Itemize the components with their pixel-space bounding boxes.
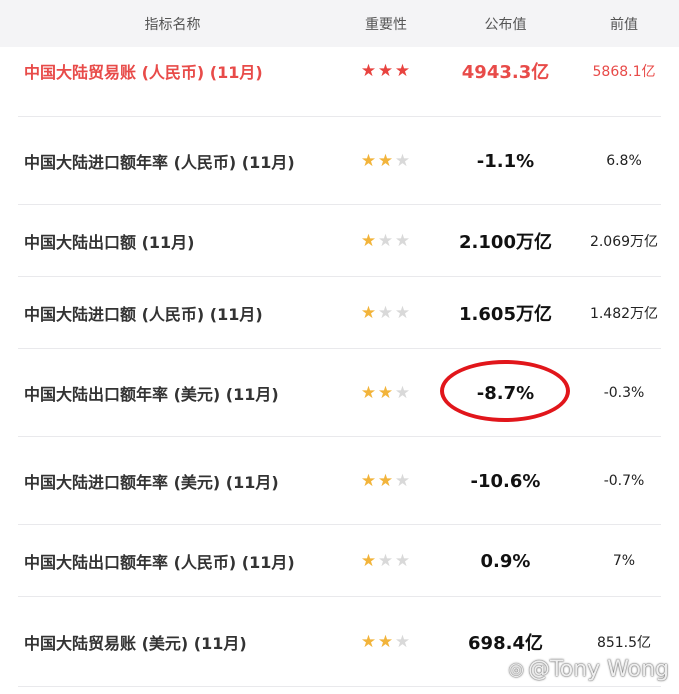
importance-stars: ★ ★ ★ <box>345 437 427 525</box>
star-icon: ★ <box>394 471 412 491</box>
previous-value: -0.3% <box>603 385 645 401</box>
previous-value: 5868.1亿 <box>592 64 656 80</box>
previous-value: 6.8% <box>606 153 642 169</box>
star-icon: ★ <box>377 383 395 403</box>
table-row[interactable]: 中国大陆出口额 (11月) ★ ★ ★ 2.100万亿 2.069万亿 <box>0 205 679 277</box>
star-icon: ★ <box>360 471 378 491</box>
star-icon: ★ <box>360 551 378 571</box>
table-row[interactable]: 中国大陆进口额年率 (美元) (11月) ★ ★ ★ -10.6% -0.7% <box>0 437 679 525</box>
star-icon: ★ <box>377 231 395 251</box>
previous-value: -0.7% <box>603 473 645 489</box>
star-icon: ★ <box>377 632 395 652</box>
star-icon: ★ <box>377 551 395 571</box>
importance-stars: ★ ★ ★ <box>345 525 427 597</box>
row-divider <box>18 686 661 687</box>
importance-stars: ★ ★ ★ <box>345 117 427 205</box>
star-icon: ★ <box>394 231 412 251</box>
importance-stars: ★ ★ ★ <box>345 205 427 277</box>
indicator-name[interactable]: 中国大陆进口额年率 (美元) (11月) <box>24 437 279 525</box>
watermark: ◎ @Tony Wong <box>508 657 669 682</box>
indicator-name[interactable]: 中国大陆贸易账 (人民币) (11月) <box>24 25 263 117</box>
star-icon: ★ <box>360 632 378 652</box>
importance-stars: ★ ★ ★ <box>345 349 427 437</box>
star-icon: ★ <box>394 632 412 652</box>
previous-value: 1.482万亿 <box>589 306 659 322</box>
indicator-name[interactable]: 中国大陆进口额年率 (人民币) (11月) <box>24 117 295 205</box>
indicator-name[interactable]: 中国大陆出口额年率 (人民币) (11月) <box>24 525 295 597</box>
published-value: 4943.3亿 <box>461 62 550 83</box>
star-icon: ★ <box>360 231 378 251</box>
published-value: 1.605万亿 <box>459 304 552 325</box>
star-icon: ★ <box>377 303 395 323</box>
star-icon: ★ <box>394 383 412 403</box>
star-icon: ★ <box>360 383 378 403</box>
importance-stars: ★ ★ ★ <box>345 25 427 117</box>
star-icon: ★ <box>360 61 378 81</box>
published-value: 2.100万亿 <box>459 232 552 253</box>
star-icon: ★ <box>360 151 378 171</box>
table-row[interactable]: 中国大陆出口额年率 (人民币) (11月) ★ ★ ★ 0.9% 7% <box>0 525 679 597</box>
table-row[interactable]: 中国大陆进口额 (人民币) (11月) ★ ★ ★ 1.605万亿 1.482万亿 <box>0 277 679 349</box>
table-row[interactable]: 中国大陆贸易账 (人民币) (11月) ★ ★ ★ 4943.3亿 5868.1亿 <box>0 47 679 117</box>
indicator-name[interactable]: 中国大陆出口额 (11月) <box>24 205 194 277</box>
indicator-name[interactable]: 中国大陆出口额年率 (美元) (11月) <box>24 349 279 437</box>
importance-stars: ★ ★ ★ <box>345 277 427 349</box>
previous-value: 7% <box>612 553 636 569</box>
published-value: -8.7% <box>476 382 535 404</box>
importance-stars: ★ ★ ★ <box>345 597 427 687</box>
indicator-name[interactable]: 中国大陆贸易账 (美元) (11月) <box>24 597 247 687</box>
star-icon: ★ <box>394 303 412 323</box>
star-icon: ★ <box>377 151 395 171</box>
star-icon: ★ <box>377 61 395 81</box>
published-value: -1.1% <box>476 150 535 172</box>
star-icon: ★ <box>377 471 395 491</box>
published-value: -10.6% <box>470 470 541 492</box>
published-value: 0.9% <box>480 550 531 572</box>
table-row[interactable]: 中国大陆进口额年率 (人民币) (11月) ★ ★ ★ -1.1% 6.8% <box>0 117 679 205</box>
previous-value: 2.069万亿 <box>589 234 659 250</box>
weibo-icon: ◎ <box>508 659 525 680</box>
watermark-text: @Tony Wong <box>528 657 669 682</box>
star-icon: ★ <box>360 303 378 323</box>
star-icon: ★ <box>394 151 412 171</box>
table-row[interactable]: 中国大陆出口额年率 (美元) (11月) ★ ★ ★ -8.7% -0.3% <box>0 349 679 437</box>
indicator-name[interactable]: 中国大陆进口额 (人民币) (11月) <box>24 277 263 349</box>
star-icon: ★ <box>394 61 412 81</box>
star-icon: ★ <box>394 551 412 571</box>
